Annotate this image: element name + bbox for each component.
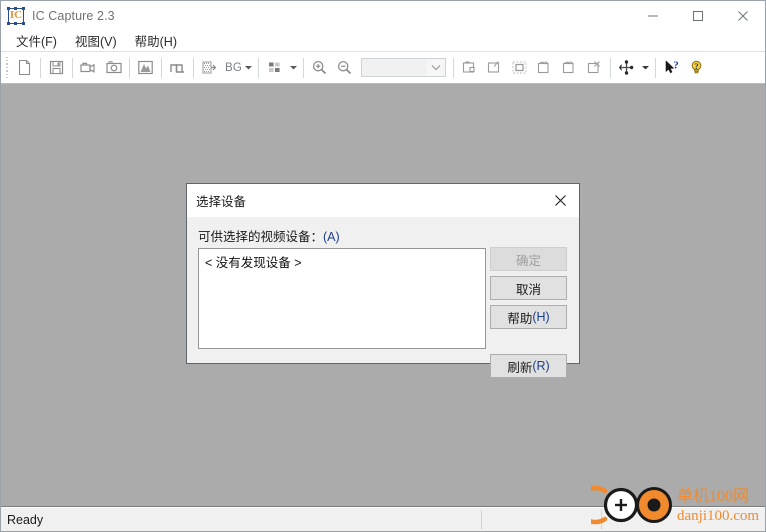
toolbar-separator (655, 57, 657, 78)
status-bar: Ready (1, 507, 765, 531)
window-close-capture-icon[interactable] (582, 56, 607, 80)
help-button-label: 帮助 (507, 311, 533, 326)
new-device-icon[interactable] (12, 56, 37, 80)
svg-text:?: ? (694, 61, 698, 71)
toolbar-grip[interactable] (3, 56, 10, 79)
device-properties-icon[interactable] (457, 56, 482, 80)
minimize-button[interactable] (630, 1, 675, 30)
select-device-dialog: 选择设备 可供选择的视频设备：(A) < 没有发现设备 > 确定 取消 帮助 (H (186, 183, 580, 378)
window-title: IC Capture 2.3 (32, 8, 115, 23)
app-ic-capture-icon: IC (7, 6, 25, 25)
histogram-icon[interactable] (133, 56, 158, 80)
background-remove-icon[interactable] (197, 56, 222, 80)
zoom-combo-chevron-down-icon[interactable] (427, 59, 446, 76)
dialog-title-bar: 选择设备 (187, 184, 579, 217)
device-connection-icon[interactable] (614, 56, 639, 80)
window-capture-icon[interactable] (532, 56, 557, 80)
zoom-level-combo[interactable] (361, 58, 447, 77)
device-list-label: 可供选择的视频设备：(A) (198, 226, 340, 245)
toolbar-bg-label: BG (225, 61, 243, 74)
device-chevron-down-icon[interactable] (639, 56, 652, 80)
help-about-icon[interactable]: ? (684, 56, 709, 80)
dialog-close-button[interactable] (541, 184, 579, 217)
grid-chevron-down-icon[interactable] (287, 56, 300, 80)
close-button[interactable] (720, 1, 765, 30)
device-listbox[interactable]: < 没有发现设备 > (198, 248, 486, 349)
menu-bar: 文件(F) 视图(V) 帮助(H) (1, 30, 765, 52)
toolbar-separator (193, 57, 194, 78)
maximize-button[interactable] (675, 1, 720, 30)
help-button[interactable]: 帮助 (H) (490, 305, 567, 329)
toolbar-separator (129, 57, 130, 78)
window-controls (630, 1, 765, 30)
dialog-body: 可供选择的视频设备：(A) < 没有发现设备 > 确定 取消 帮助 (H) 刷新(… (187, 217, 579, 378)
svg-text:?: ? (673, 59, 679, 71)
device-list-label-accel: (A) (323, 230, 340, 244)
application-window: IC IC Capture 2.3 文件(F) 视图(V) 帮助(H) BG ?… (0, 0, 766, 532)
dialog-button-group: 确定 取消 帮助 (H) 刷新 (R) (490, 247, 567, 383)
record-video-icon[interactable] (76, 56, 101, 80)
cancel-button[interactable]: 取消 (490, 276, 567, 300)
toolbar-separator (72, 57, 73, 78)
window-snapshot-icon[interactable] (557, 56, 582, 80)
status-text: Ready (7, 512, 44, 527)
menu-help[interactable]: 帮助(H) (126, 29, 186, 53)
trigger-pulse-icon[interactable] (165, 56, 190, 80)
list-item[interactable]: < 没有发现设备 > (199, 249, 485, 271)
zoom-in-icon[interactable] (307, 56, 332, 80)
ok-button-label: 确定 (515, 253, 541, 268)
menu-file[interactable]: 文件(F) (7, 29, 66, 53)
save-icon[interactable] (44, 56, 69, 80)
toolbar-separator (610, 57, 612, 78)
refresh-button[interactable]: 刷新 (R) (490, 354, 567, 378)
menu-view[interactable]: 视图(V) (66, 29, 126, 53)
zoom-level-value (362, 59, 428, 76)
title-bar: IC IC Capture 2.3 (1, 1, 765, 30)
dialog-title: 选择设备 (196, 195, 247, 209)
button-group-spacer (490, 334, 567, 354)
snapshot-camera-icon[interactable] (101, 56, 126, 80)
toolbar-separator (40, 57, 41, 78)
status-separator (481, 510, 482, 529)
grid-overlay-icon[interactable] (262, 56, 287, 80)
refresh-button-label: 刷新 (507, 360, 533, 375)
help-button-accel: (H) (532, 310, 550, 324)
zoom-out-icon[interactable] (332, 56, 357, 80)
workspace-area: 选择设备 可供选择的视频设备：(A) < 没有发现设备 > 确定 取消 帮助 (H (1, 84, 765, 507)
toolbar-separator (453, 57, 455, 78)
toolbar-separator (258, 57, 260, 78)
image-settings-icon[interactable] (482, 56, 507, 80)
device-list-label-text: 可供选择的视频设备： (198, 230, 324, 244)
status-separator (601, 510, 602, 529)
toolbar-separator (303, 57, 305, 78)
refresh-button-accel: (R) (532, 359, 550, 373)
roi-region-icon[interactable] (507, 56, 532, 80)
toolbar-separator (161, 57, 162, 78)
context-help-icon[interactable]: ? (659, 56, 684, 80)
cancel-button-label: 取消 (515, 282, 541, 297)
toolbar: BG ? ? (1, 52, 765, 84)
bg-chevron-down-icon[interactable] (242, 56, 255, 80)
ok-button[interactable]: 确定 (490, 247, 567, 271)
